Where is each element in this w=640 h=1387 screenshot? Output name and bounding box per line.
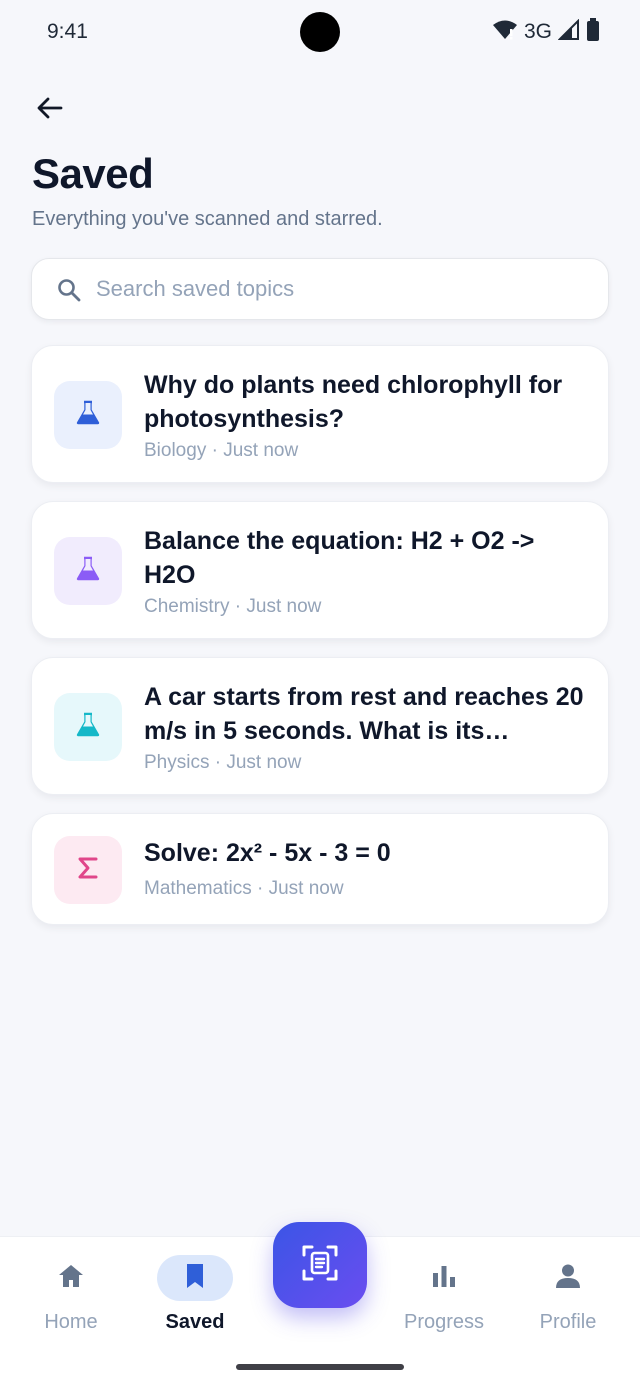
scan-document-icon [301,1244,339,1287]
nav-label: Progress [403,1311,485,1333]
battery-icon [586,17,600,47]
saved-item-meta: Chemistry · Just now [144,596,322,617]
network-type: 3G [523,20,552,43]
flask-icon [74,399,102,432]
saved-item-title: Balance the equation: H2 + O2 -> H2O [144,527,535,589]
page-title: Saved [32,150,154,197]
nav-item-saved[interactable]: Saved [131,1237,259,1347]
back-button[interactable] [30,90,70,130]
home-indicator[interactable] [236,1364,404,1370]
nav-item-profile[interactable]: Profile [504,1237,632,1347]
saved-item-meta: Mathematics · Just now [144,878,344,899]
bar-chart-icon [430,1263,458,1294]
status-icons: 3G [492,17,600,47]
nav-item-progress[interactable]: Progress [380,1237,508,1347]
bookmark-icon [184,1262,206,1295]
person-icon [554,1262,582,1295]
saved-item-card[interactable]: Why do plants need chlorophyll for photo… [31,345,609,483]
saved-item-title: Solve: 2x² - 5x - 3 = 0 [144,839,391,867]
status-time: 9:41 [47,20,88,43]
saved-item-meta: Biology · Just now [144,440,299,461]
arrow-left-icon [35,93,65,128]
search-input[interactable] [96,259,586,319]
nav-icon-wrap [33,1255,109,1301]
saved-item-card[interactable]: A car starts from rest and reaches 20 m/… [31,657,609,795]
search-icon [56,277,82,303]
search-bar[interactable] [31,258,609,320]
signal-icon [557,18,580,46]
subject-icon-badge [54,537,122,605]
nav-item-home[interactable]: Home [7,1237,135,1347]
subject-icon-badge [54,693,122,761]
sigma-icon [75,855,101,886]
nav-label: Profile [539,1311,597,1333]
home-icon [56,1262,86,1295]
subject-icon-badge [54,381,122,449]
scan-button[interactable] [273,1222,367,1308]
saved-item-card[interactable]: Balance the equation: H2 + O2 -> H2O Che… [31,501,609,639]
page-subtitle: Everything you've scanned and starred. [32,208,383,230]
camera-cutout [300,12,340,52]
saved-item-meta: Physics · Just now [144,752,302,773]
nav-icon-wrap [530,1255,606,1301]
wifi-icon [492,19,518,46]
flask-icon [74,711,102,744]
subject-icon-badge [54,836,122,904]
saved-item-title: Why do plants need chlorophyll for photo… [144,371,563,433]
nav-label: Saved [165,1311,225,1333]
status-bar: 9:41 3G [0,0,640,64]
saved-item-card[interactable]: Solve: 2x² - 5x - 3 = 0 Mathematics · Ju… [31,813,609,925]
flask-icon [74,555,102,588]
nav-icon-wrap [157,1255,233,1301]
nav-label: Home [44,1311,98,1333]
saved-item-title: A car starts from rest and reaches 20 m/… [144,683,584,745]
nav-icon-wrap [406,1255,482,1301]
